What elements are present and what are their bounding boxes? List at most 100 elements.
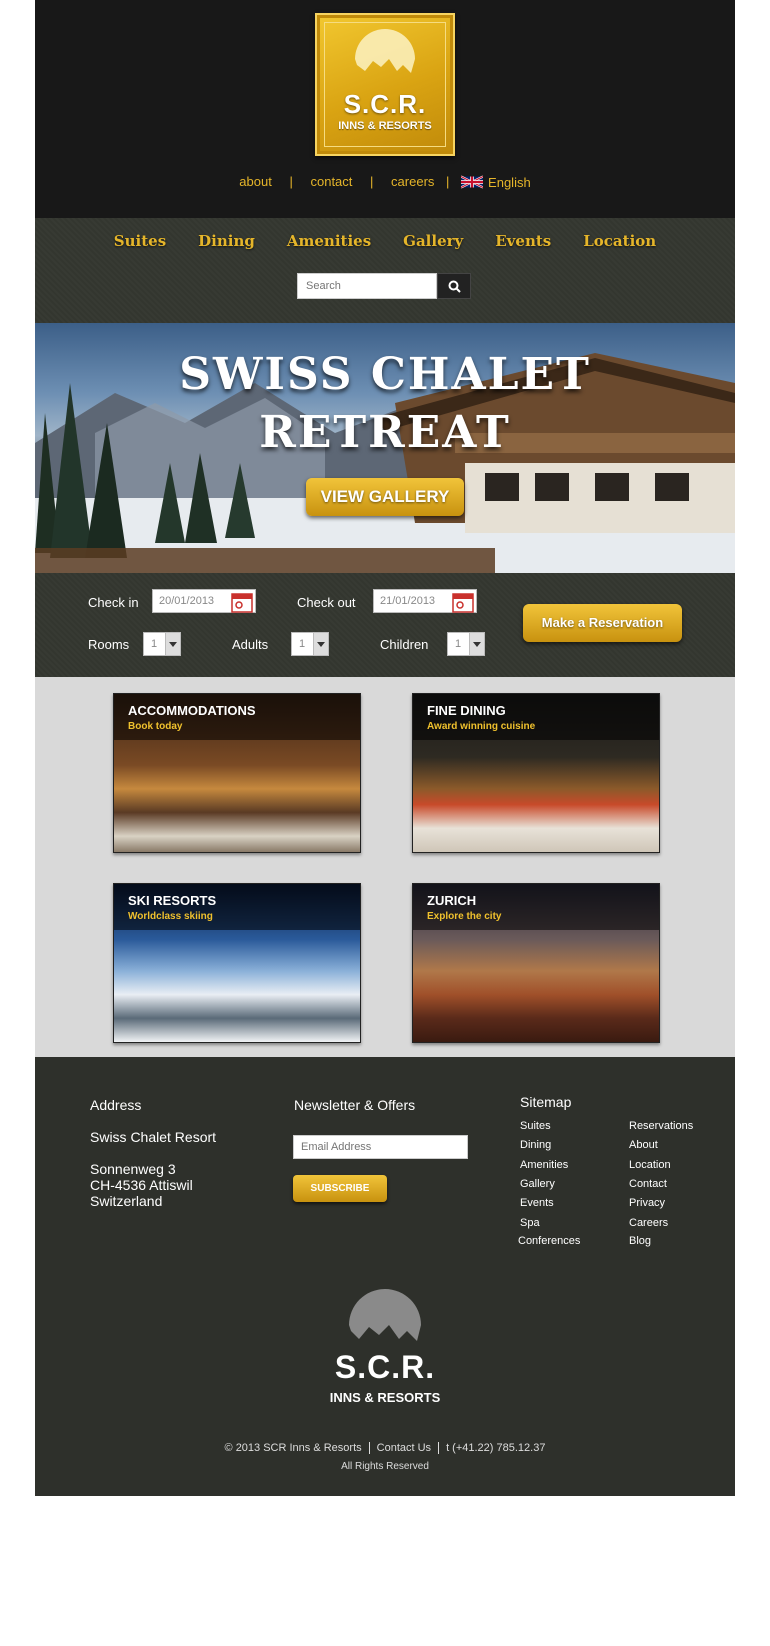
sitemap-link-events[interactable]: Events (520, 1197, 554, 1209)
nav-item-amenities[interactable]: Amenities (271, 232, 387, 250)
children-label: Children (380, 637, 429, 652)
sitemap-link-conferences[interactable]: Conferences (518, 1235, 580, 1247)
separator: | (370, 174, 374, 190)
booking-panel: Check in 20/01/2013 Check out 21/01/2013… (35, 573, 735, 677)
contact-link[interactable]: contact (310, 174, 352, 189)
checkout-label: Check out (297, 595, 356, 610)
rooms-label: Rooms (88, 637, 130, 652)
footer-logo-icon (349, 1289, 421, 1341)
header: S.C.R. INNS & RESORTS about | contact | … (35, 0, 735, 218)
page: S.C.R. INNS & RESORTS about | contact | … (35, 0, 735, 1496)
nav-item-gallery[interactable]: Gallery (387, 232, 479, 250)
copyright-text: © 2013 SCR Inns & Resorts (224, 1442, 362, 1454)
email-field[interactable] (293, 1135, 468, 1159)
about-link[interactable]: about (239, 174, 272, 189)
brand-logo[interactable]: S.C.R. INNS & RESORTS (315, 13, 455, 156)
search-button[interactable] (437, 273, 471, 299)
separator: | (289, 174, 293, 190)
feature-tiles: ACCOMMODATIONS Book today FINE DINING Aw… (35, 677, 735, 1057)
sun-mountain-icon (355, 29, 415, 73)
view-gallery-button[interactable]: VIEW GALLERY (306, 478, 464, 516)
careers-link[interactable]: careers (391, 174, 434, 189)
subscribe-button[interactable]: SUBSCRIBE (293, 1175, 387, 1202)
chevron-down-icon (313, 633, 328, 655)
newsletter-heading: Newsletter & Offers (294, 1097, 416, 1113)
calendar-icon[interactable] (452, 591, 474, 613)
tile-subtitle: Award winning cuisine (427, 721, 536, 732)
sitemap-link-spa[interactable]: Spa (520, 1217, 540, 1229)
sitemap-link-dining[interactable]: Dining (520, 1139, 551, 1151)
nav-items: Suites Dining Amenities Gallery Events L… (35, 232, 735, 250)
tile-fine-dining[interactable]: FINE DINING Award winning cuisine (412, 693, 660, 853)
sitemap-link-careers[interactable]: Careers (629, 1217, 668, 1229)
tile-ski-resorts[interactable]: SKI RESORTS Worldclass skiing (113, 883, 361, 1043)
logo-title: S.C.R. (343, 89, 427, 119)
nav-item-suites[interactable]: Suites (98, 232, 182, 250)
footer-logo-subtitle: INNS & RESORTS (329, 1390, 441, 1405)
sitemap-link-about[interactable]: About (629, 1139, 658, 1151)
address-country: Switzerland (90, 1193, 163, 1209)
tile-accommodations[interactable]: ACCOMMODATIONS Book today (113, 693, 361, 853)
resort-name: Swiss Chalet Resort (90, 1129, 217, 1145)
chevron-down-icon (469, 633, 484, 655)
address-city: CH-4536 Attiswil (90, 1177, 193, 1193)
checkin-field[interactable]: 20/01/2013 (152, 589, 256, 613)
hero-title-line-1: SWISS CHALET (179, 349, 591, 400)
sitemap-link-blog[interactable]: Blog (629, 1235, 651, 1247)
sitemap-link-amenities[interactable]: Amenities (520, 1159, 568, 1171)
phone-number: t (+41.22) 785.12.37 (446, 1442, 546, 1454)
uk-flag-icon (460, 175, 484, 189)
sitemap-link-gallery[interactable]: Gallery (520, 1178, 555, 1190)
search-box (297, 273, 473, 299)
adults-label: Adults (232, 637, 269, 652)
sitemap-link-location[interactable]: Location (629, 1159, 671, 1171)
hero-title-line-2: RETREAT (259, 407, 511, 458)
adults-select[interactable]: 1 (291, 632, 329, 656)
search-icon (448, 280, 461, 293)
sitemap-link-suites[interactable]: Suites (520, 1120, 551, 1132)
sitemap-link-contact[interactable]: Contact (629, 1178, 667, 1190)
rooms-select[interactable]: 1 (143, 632, 181, 656)
tile-subtitle: Book today (128, 721, 183, 732)
chevron-down-icon (165, 633, 180, 655)
tile-subtitle: Explore the city (427, 911, 502, 922)
tile-title: ZURICH (427, 893, 477, 908)
sitemap-link-privacy[interactable]: Privacy (629, 1197, 665, 1209)
tile-zurich[interactable]: ZURICH Explore the city (412, 883, 660, 1043)
footer: Address Swiss Chalet Resort Sonnenweg 3 … (35, 1057, 735, 1496)
logo-subtitle: INNS & RESORTS (338, 120, 432, 132)
sitemap-link-reservations[interactable]: Reservations (629, 1120, 693, 1132)
sitemap-heading: Sitemap (520, 1094, 572, 1110)
separator: | (446, 174, 450, 190)
tile-title: ACCOMMODATIONS (128, 703, 256, 718)
nav-item-dining[interactable]: Dining (182, 232, 271, 250)
search-input[interactable] (297, 273, 437, 299)
main-nav: Suites Dining Amenities Gallery Events L… (35, 218, 735, 323)
adults-value: 1 (299, 638, 306, 650)
copyright-line: © 2013 SCR Inns & Resorts Contact Us t (+4… (35, 1442, 735, 1455)
nav-item-location[interactable]: Location (567, 232, 672, 250)
checkin-label: Check in (88, 595, 139, 610)
rights-reserved: All Rights Reserved (341, 1461, 429, 1472)
checkout-field[interactable]: 21/01/2013 (373, 589, 477, 613)
checkin-value: 20/01/2013 (159, 595, 215, 607)
rooms-value: 1 (151, 638, 158, 650)
children-value: 1 (455, 638, 462, 650)
address-street: Sonnenweg 3 (90, 1161, 176, 1177)
contact-us-link[interactable]: Contact Us (377, 1442, 431, 1454)
make-reservation-button[interactable]: Make a Reservation (523, 604, 682, 642)
checkout-value: 21/01/2013 (380, 595, 436, 607)
top-links: about | contact | careers | English (35, 173, 735, 190)
nav-item-events[interactable]: Events (479, 232, 567, 250)
language-selector[interactable]: English (460, 174, 531, 190)
hero-banner: SWISS CHALET RETREAT VIEW GALLERY (35, 323, 735, 573)
divider (368, 1442, 370, 1455)
divider (438, 1442, 440, 1455)
address-heading: Address (90, 1097, 142, 1113)
tile-title: SKI RESORTS (128, 893, 217, 908)
language-label: English (488, 174, 531, 190)
footer-logo-title: S.C.R. (334, 1349, 436, 1385)
calendar-icon[interactable] (231, 591, 253, 613)
children-select[interactable]: 1 (447, 632, 485, 656)
tile-title: FINE DINING (427, 703, 506, 718)
